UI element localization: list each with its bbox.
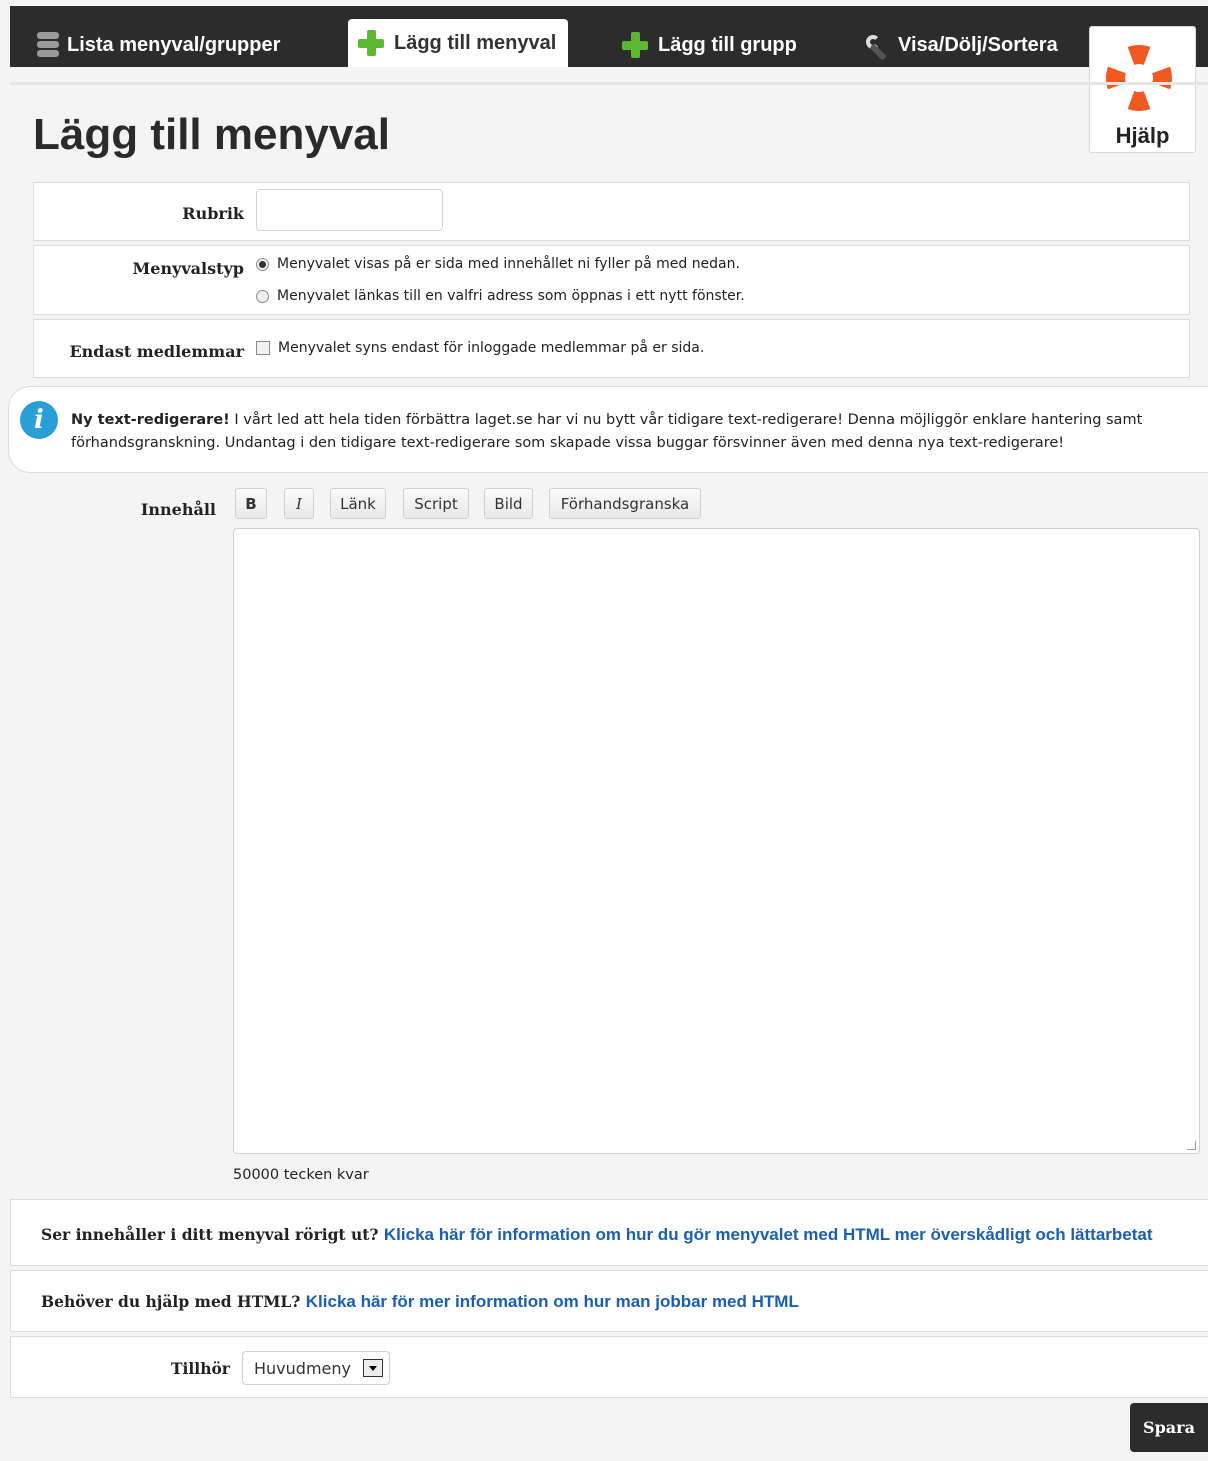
bold-button[interactable]: B: [235, 488, 267, 519]
top-tab-bar: Lista menyval/grupper Lägg till menyval …: [10, 6, 1208, 67]
tab-show-hide-sort[interactable]: Visa/Dölj/Sortera: [862, 23, 1058, 67]
tab-label: Lista menyval/grupper: [67, 33, 281, 56]
content-label: Innehåll: [140, 500, 216, 519]
option-label: Menyvalet visas på er sida med innehålle…: [277, 256, 740, 272]
help-button[interactable]: Hjälp: [1089, 26, 1196, 153]
option-label: Menyvalet länkas till en valfri adress s…: [277, 288, 745, 304]
help-text: Behöver du hjälp med HTML? Klicka här fö…: [41, 1292, 799, 1311]
list-stack-icon: [37, 32, 59, 58]
chevron-down-icon[interactable]: [363, 1359, 383, 1377]
save-button[interactable]: Spara: [1130, 1403, 1208, 1452]
form-row-menu-type: Menyvalstyp Menyvalet visas på er sida m…: [33, 245, 1190, 315]
script-button[interactable]: Script: [403, 488, 469, 519]
help-label: Hjälp: [1115, 123, 1170, 148]
link-button[interactable]: Länk: [330, 488, 386, 519]
belongs-to-row: Tillhör Huvudmeny: [10, 1336, 1208, 1398]
tab-add-menu-item[interactable]: Lägg till menyval: [348, 19, 569, 67]
tab-label: Lägg till grupp: [658, 33, 797, 56]
notice-text: Ny text-redigerare! I vårt led att hela …: [71, 409, 1191, 455]
form-row-members-only: Endast medlemmar Menyvalet syns endast f…: [33, 319, 1190, 378]
html-info-link[interactable]: Klicka här för mer information om hur ma…: [306, 1292, 799, 1311]
belongs-to-select[interactable]: Huvudmeny: [242, 1351, 390, 1385]
content-editor-textarea[interactable]: [233, 528, 1200, 1154]
plus-icon: [620, 30, 650, 60]
italic-button[interactable]: I: [284, 488, 314, 519]
preview-button[interactable]: Förhandsgranska: [549, 488, 701, 519]
select-value: Huvudmeny: [254, 1359, 351, 1378]
lifebuoy-icon: [1106, 45, 1172, 111]
notice-title: Ny text-redigerare!: [71, 412, 230, 428]
image-button[interactable]: Bild: [484, 488, 533, 519]
option-label: Menyvalet syns endast för inloggade medl…: [278, 340, 705, 356]
belongs-to-label: Tillhör: [171, 1359, 230, 1378]
info-icon: i: [20, 401, 58, 439]
notice-bar: i Ny text-redigerare! I vårt led att hel…: [8, 386, 1208, 473]
divider: [10, 82, 1208, 85]
members-only-option[interactable]: Menyvalet syns endast för inloggade medl…: [256, 340, 704, 356]
html-tidy-help-row: Ser innehåller i ditt menyval rörigt ut?…: [10, 1199, 1208, 1266]
menu-type-option-link[interactable]: Menyvalet länkas till en valfri adress s…: [256, 288, 745, 304]
tab-list-menu-items[interactable]: Lista menyval/grupper: [37, 23, 280, 67]
notice-body: I vårt led att hela tiden förbättra lage…: [71, 412, 1143, 451]
chars-remaining: 50000 tecken kvar: [233, 1167, 369, 1183]
html-tidy-info-link[interactable]: Klicka här för information om hur du gör…: [384, 1225, 1153, 1244]
page-title: Lägg till menyval: [33, 110, 390, 159]
help-text: Ser innehåller i ditt menyval rörigt ut?…: [41, 1225, 1153, 1244]
form-row-rubrik: Rubrik: [33, 182, 1190, 241]
checkbox[interactable]: [256, 341, 270, 355]
menu-type-option-page[interactable]: Menyvalet visas på er sida med innehålle…: [256, 256, 740, 272]
radio-button[interactable]: [256, 289, 269, 303]
resize-grip-icon[interactable]: [1187, 1141, 1196, 1150]
html-help-row: Behöver du hjälp med HTML? Klicka här fö…: [10, 1270, 1208, 1332]
radio-button-selected[interactable]: [256, 257, 269, 271]
menu-type-label: Menyvalstyp: [132, 259, 244, 278]
rubrik-input[interactable]: [256, 189, 443, 231]
rubrik-label: Rubrik: [182, 204, 244, 223]
tab-add-group[interactable]: Lägg till grupp: [620, 23, 797, 67]
wrench-icon: [862, 31, 890, 59]
tab-label: Lägg till menyval: [394, 31, 557, 54]
plus-icon: [356, 28, 386, 58]
tab-label: Visa/Dölj/Sortera: [898, 33, 1058, 56]
members-only-label: Endast medlemmar: [69, 342, 244, 361]
